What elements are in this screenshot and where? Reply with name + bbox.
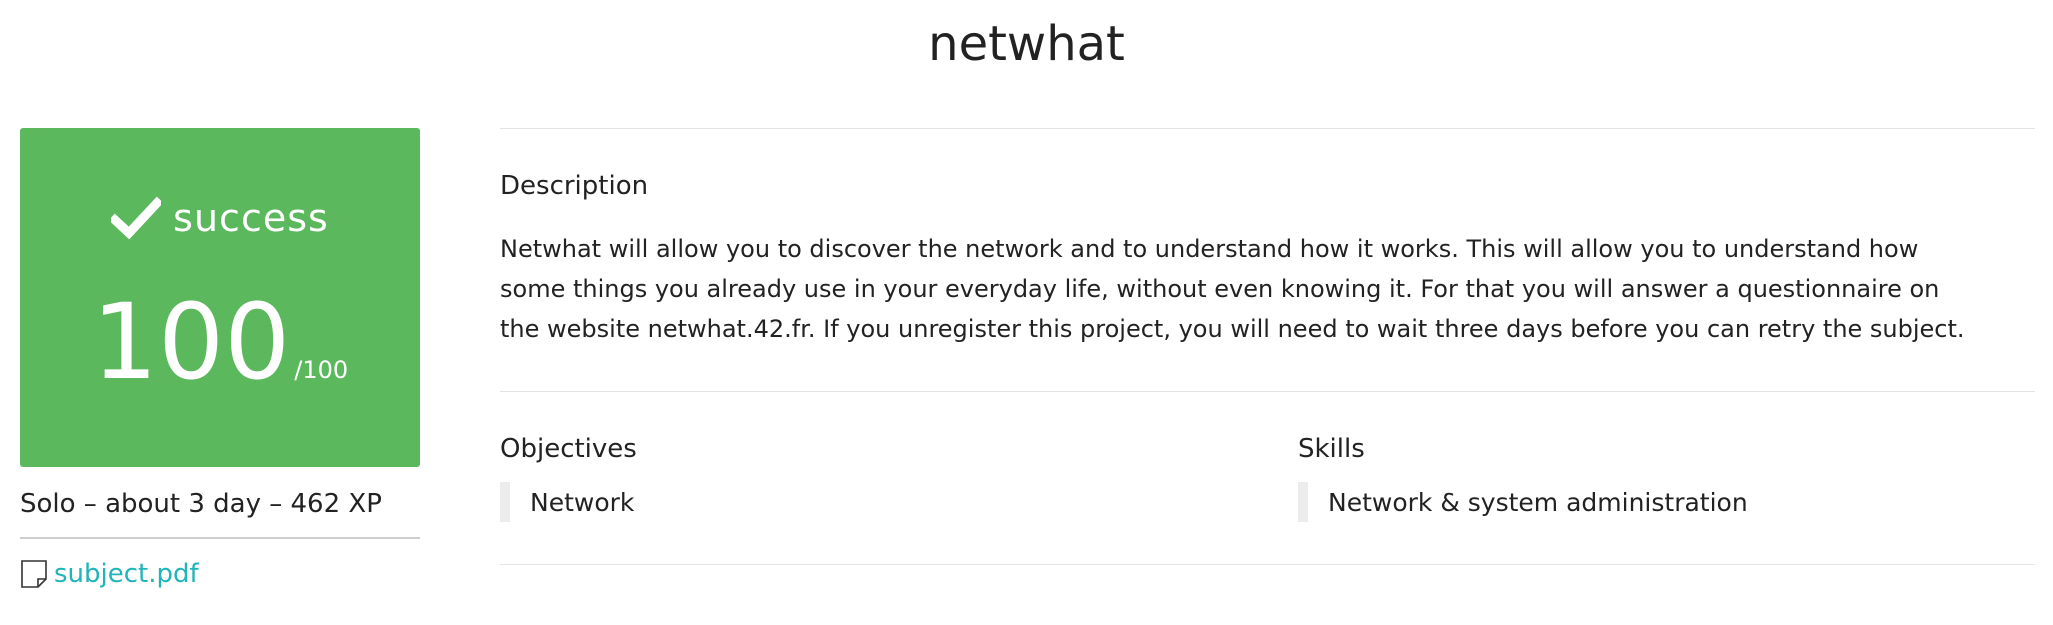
subject-pdf-link[interactable]: subject.pdf — [54, 559, 199, 589]
tag-bar — [1298, 482, 1308, 522]
sidebar: success 100 /100 Solo – about 3 day – 46… — [20, 128, 420, 589]
score-row: 100 /100 — [20, 290, 420, 394]
status-label: success — [173, 196, 329, 240]
score-value: 100 — [91, 281, 291, 403]
divider — [500, 564, 2035, 565]
skills-heading: Skills — [1298, 434, 1365, 464]
objectives-skills-section: Objectives Network Skills Network & syst… — [500, 392, 2035, 564]
description-section: Description Netwhat will allow you to di… — [500, 129, 2035, 391]
objectives-heading: Objectives — [500, 434, 637, 464]
skill-label: Network & system administration — [1328, 487, 1748, 517]
status-row: success — [20, 196, 420, 240]
score-card: success 100 /100 — [20, 128, 420, 467]
score-max: /100 — [294, 356, 349, 384]
objectives-section: Objectives Network — [500, 434, 1298, 522]
main-content: Description Netwhat will allow you to di… — [500, 128, 2035, 565]
attachment-row[interactable]: subject.pdf — [20, 559, 420, 589]
project-page: netwhat success 100 /100 Solo – about 3 … — [0, 0, 2053, 625]
objective-label: Network — [530, 487, 635, 517]
skill-item: Network & system administration — [1298, 482, 2035, 522]
skills-section: Skills Network & system administration — [1298, 434, 2035, 522]
description-text: Netwhat will allow you to discover the n… — [500, 235, 1965, 343]
project-meta: Solo – about 3 day – 462 XP — [20, 489, 420, 539]
page-title: netwhat — [928, 16, 1125, 72]
objective-item: Network — [500, 482, 1298, 522]
document-icon — [20, 559, 48, 589]
tag-bar — [500, 482, 510, 522]
check-icon — [108, 196, 164, 240]
description-heading: Description — [500, 171, 649, 201]
